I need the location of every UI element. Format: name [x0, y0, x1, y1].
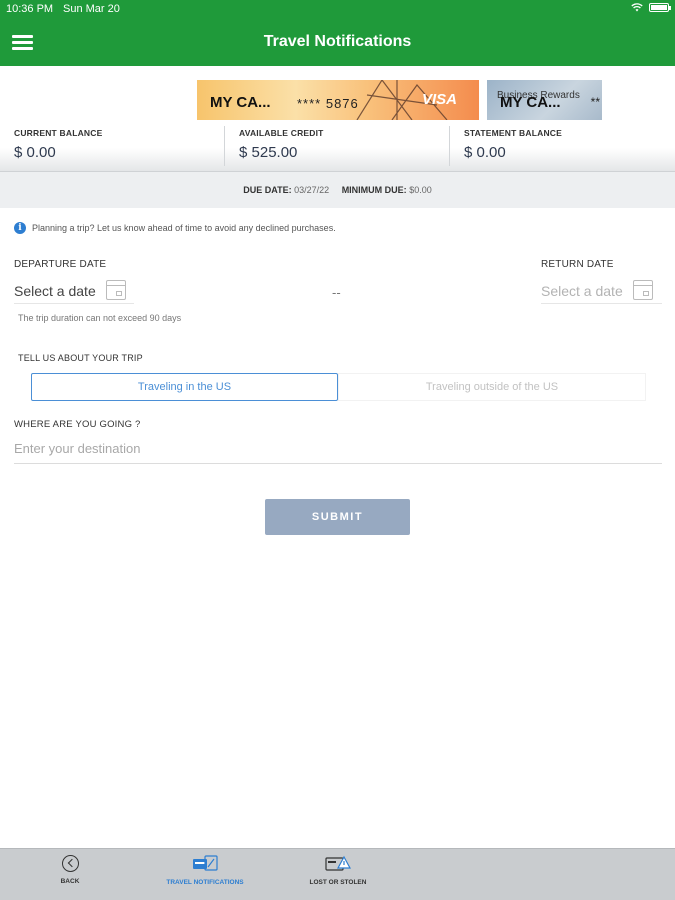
nav-back[interactable]: BACK: [50, 855, 90, 885]
travel-notifications-icon: [193, 855, 218, 871]
return-date-label: RETURN DATE: [541, 259, 614, 270]
departure-date-label: DEPARTURE DATE: [14, 259, 107, 270]
wifi-icon: [631, 3, 643, 12]
status-bar: 10:36 PM Sun Mar 20: [0, 0, 675, 18]
return-date-placeholder: Select a date: [541, 283, 623, 299]
minimum-due-label: MINIMUM DUE:: [341, 185, 407, 195]
trip-duration-hint: The trip duration can not exceed 90 days: [18, 313, 182, 323]
departure-date-placeholder: Select a date: [14, 283, 96, 299]
calendar-icon[interactable]: [106, 280, 126, 300]
minimum-due-value: $0.00: [409, 185, 432, 195]
visa-logo: VISA: [421, 91, 457, 108]
trip-type-label: TELL US ABOUT YOUR TRIP: [18, 353, 143, 363]
return-date-field[interactable]: Select a date: [541, 278, 662, 304]
status-date: Sun Mar 20: [63, 3, 120, 15]
back-icon: [61, 855, 79, 872]
destination-label: WHERE ARE YOU GOING ?: [14, 419, 141, 430]
current-balance-label: CURRENT BALANCE: [14, 128, 103, 138]
status-time: 10:36 PM: [6, 3, 54, 15]
secondary-card[interactable]: Business Rewards MY CA... **: [487, 80, 602, 120]
bottom-nav: BACK TRAVEL NOTIFICATIONS LOST OR STOLEN: [0, 848, 675, 900]
page-title: Travel Notifications: [263, 33, 412, 50]
nav-lost-or-stolen[interactable]: LOST OR STOLEN: [303, 855, 373, 886]
balances-panel: CURRENT BALANCE $ 0.00 AVAILABLE CREDIT …: [0, 120, 675, 172]
statement-balance: STATEMENT BALANCE $ 0.00: [464, 128, 562, 161]
nav-back-label: BACK: [60, 878, 80, 885]
info-icon: i: [14, 222, 26, 234]
app-header: 10:36 PM Sun Mar 20 Travel Notifications: [0, 0, 675, 66]
divider: [224, 126, 225, 166]
statement-balance-value: $ 0.00: [464, 144, 506, 161]
lost-or-stolen-icon: [325, 855, 351, 871]
nav-travel-notifications[interactable]: TRAVEL NOTIFICATIONS: [160, 855, 250, 886]
current-balance-value: $ 0.00: [14, 144, 56, 161]
traveling-outside-us-tab[interactable]: Traveling outside of the US: [338, 373, 646, 401]
due-date-label: DUE DATE:: [243, 185, 292, 195]
departure-date-field[interactable]: Select a date: [14, 278, 134, 304]
date-separator: --: [332, 285, 341, 300]
card-name: MY CA...: [500, 94, 561, 111]
trip-info-message: i Planning a trip? Let us know ahead of …: [14, 222, 336, 234]
calendar-icon[interactable]: [633, 280, 653, 300]
divider: [449, 126, 450, 166]
battery-icon: [649, 3, 671, 12]
available-credit-label: AVAILABLE CREDIT: [239, 128, 324, 138]
card-number: **: [590, 95, 600, 109]
trip-info-text: Planning a trip? Let us know ahead of ti…: [32, 223, 336, 233]
statement-balance-label: STATEMENT BALANCE: [464, 128, 562, 138]
card-carousel: MY CA... **** 5876 VISA Business Rewards…: [0, 66, 675, 120]
status-icons: [631, 3, 671, 12]
card-name: MY CA...: [210, 94, 271, 111]
due-date-value: 03/27/22: [294, 185, 330, 195]
card-number: **** 5876: [297, 96, 359, 111]
destination-input[interactable]: Enter your destination: [14, 434, 662, 464]
traveling-in-us-tab[interactable]: Traveling in the US: [31, 373, 338, 401]
due-info-bar: DUE DATE: 03/27/22 MINIMUM DUE: $0.00: [0, 172, 675, 208]
nav-travel-notifications-label: TRAVEL NOTIFICATIONS: [166, 879, 244, 886]
nav-lost-or-stolen-label: LOST OR STOLEN: [309, 879, 367, 886]
submit-button[interactable]: SUBMIT: [265, 499, 410, 535]
current-balance: CURRENT BALANCE $ 0.00: [14, 128, 102, 161]
primary-card[interactable]: MY CA... **** 5876 VISA: [197, 80, 479, 120]
available-credit: AVAILABLE CREDIT $ 525.00: [239, 128, 324, 161]
available-credit-value: $ 525.00: [239, 144, 298, 161]
